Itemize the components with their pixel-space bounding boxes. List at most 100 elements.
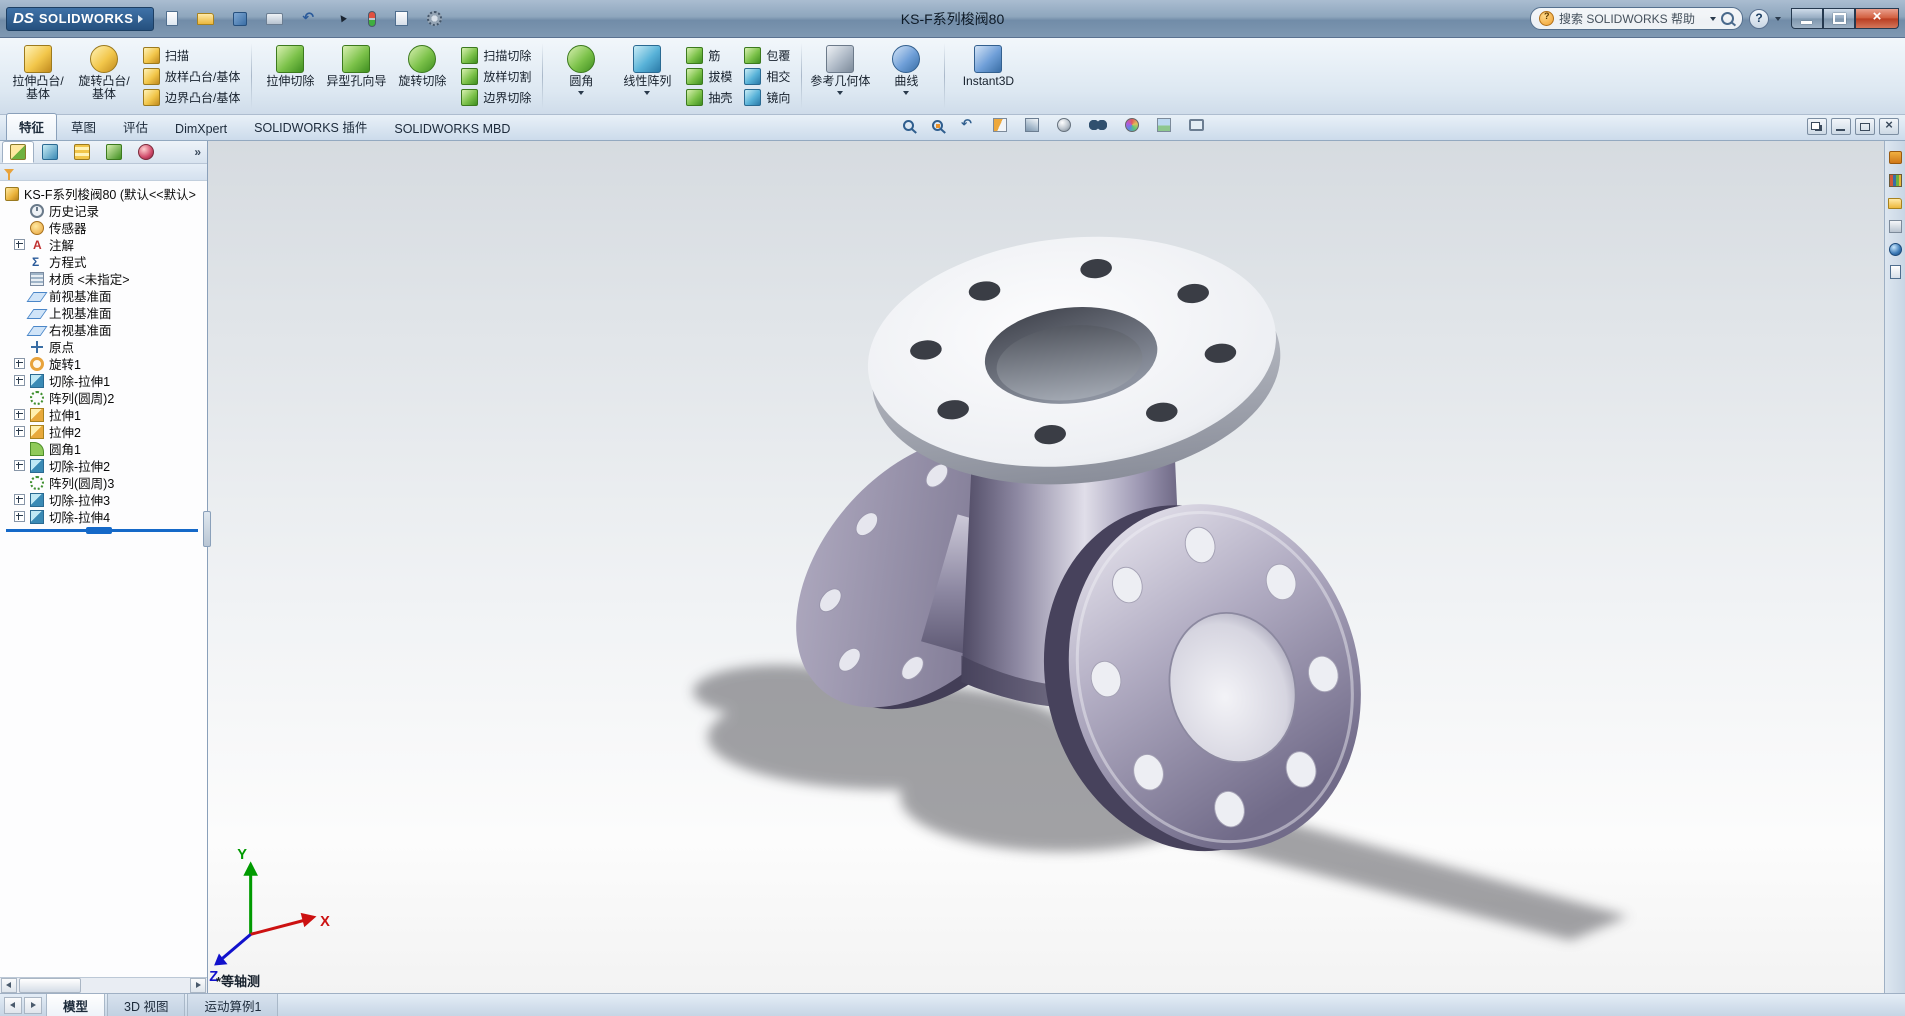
swept-boss-button[interactable]: 扫描 [138, 46, 245, 65]
expand-icon[interactable] [14, 494, 25, 505]
help-caret-icon[interactable] [1775, 17, 1781, 21]
intersect-button[interactable]: 相交 [739, 67, 795, 86]
tree-item[interactable]: 拉伸2 [4, 423, 207, 440]
lofted-boss-button[interactable]: 放样凸台/基体 [138, 67, 245, 86]
cascade-windows-button[interactable] [1807, 118, 1827, 135]
tree-item[interactable]: 切除-拉伸1 [4, 372, 207, 389]
tree-item[interactable]: 历史记录 [4, 202, 207, 219]
custom-properties-tab[interactable] [1887, 264, 1903, 280]
dropdown-caret-icon[interactable] [837, 91, 843, 95]
dropdown-caret-icon[interactable] [903, 91, 909, 95]
maximize-button[interactable] [1823, 8, 1855, 29]
scroll-tabs-left-button[interactable] [4, 997, 22, 1014]
reference-geometry-button[interactable]: 参考几何体 [808, 41, 872, 111]
rollback-bar[interactable] [6, 529, 198, 532]
boundary-cut-button[interactable]: 边界切除 [456, 88, 536, 107]
expand-icon[interactable] [14, 460, 25, 471]
instant3d-button[interactable]: Instant3D [951, 41, 1025, 111]
search-box[interactable]: 搜索 SOLIDWORKS 帮助 [1530, 7, 1743, 30]
tree-item[interactable]: 方程式 [4, 253, 207, 270]
curves-button[interactable]: 曲线 [874, 41, 938, 111]
tree-item[interactable]: 旋转1 [4, 355, 207, 372]
model-canvas[interactable]: Y X Z [208, 141, 1884, 993]
document-restore-button[interactable] [1855, 118, 1875, 135]
draft-button[interactable]: 拔模 [681, 67, 737, 86]
tree-item[interactable]: 切除-拉伸2 [4, 457, 207, 474]
previous-view-button[interactable] [958, 116, 986, 134]
view-palette-tab[interactable] [1887, 218, 1903, 234]
mirror-button[interactable]: 镜向 [739, 88, 795, 107]
design-library-tab[interactable] [1887, 172, 1903, 188]
fillet-button[interactable]: 圆角 [549, 41, 613, 111]
dropdown-caret-icon[interactable] [578, 91, 584, 95]
zoom-to-fit-button[interactable] [900, 118, 925, 133]
options-button[interactable] [425, 9, 452, 28]
tree-item[interactable]: 上视基准面 [4, 304, 207, 321]
scrollbar-thumb[interactable] [19, 978, 81, 993]
tree-item[interactable]: 原点 [4, 338, 207, 355]
configurationmanager-tab[interactable] [66, 141, 98, 163]
expand-icon[interactable] [14, 358, 25, 369]
displaymanager-tab[interactable] [130, 141, 162, 163]
expand-icon[interactable] [14, 426, 25, 437]
expand-icon[interactable] [14, 409, 25, 420]
expand-icon[interactable] [14, 511, 25, 522]
tree-item[interactable]: 右视基准面 [4, 321, 207, 338]
expand-icon[interactable] [14, 239, 25, 250]
tree-item[interactable]: 传感器 [4, 219, 207, 236]
tree-item[interactable]: 阵列(圆周)2 [4, 389, 207, 406]
command-tab[interactable]: SOLIDWORKS 插件 [241, 113, 380, 140]
edit-appearance-button[interactable] [1122, 116, 1150, 134]
save-button[interactable] [231, 10, 257, 28]
hole-wizard-button[interactable]: 异型孔向导 [324, 41, 388, 111]
linear-pattern-button[interactable]: 线性阵列 [615, 41, 679, 111]
document-close-button[interactable] [1879, 118, 1899, 135]
graphics-area[interactable]: Y X Z *等轴测 [208, 141, 1884, 993]
select-button[interactable] [334, 10, 359, 28]
document-tab[interactable]: 3D 视图 [107, 994, 185, 1016]
command-tab[interactable]: 特征 [6, 113, 57, 140]
undo-button[interactable] [300, 10, 327, 28]
view-settings-button[interactable] [1186, 117, 1215, 133]
swept-cut-button[interactable]: 扫描切除 [456, 46, 536, 65]
solidworks-logo[interactable]: DS SOLIDWORKS [6, 7, 154, 31]
tree-item[interactable]: 阵列(圆周)3 [4, 474, 207, 491]
file-explorer-tab[interactable] [1887, 195, 1903, 211]
extruded-boss-button[interactable]: 拉伸凸台/基体 [6, 41, 70, 111]
document-tab[interactable]: 运动算例1 [187, 994, 278, 1016]
zoom-to-area-button[interactable] [929, 118, 954, 133]
tree-item[interactable]: 材质 <未指定> [4, 270, 207, 287]
expand-icon[interactable] [14, 375, 25, 386]
menu-expand-arrow-icon[interactable] [138, 15, 143, 23]
scroll-left-button[interactable] [1, 978, 17, 993]
tree-item[interactable]: 圆角1 [4, 440, 207, 457]
dropdown-caret-icon[interactable] [644, 91, 650, 95]
tree-horizontal-scrollbar[interactable] [0, 977, 207, 993]
tree-item[interactable]: 注解 [4, 236, 207, 253]
scroll-right-button[interactable] [190, 978, 206, 993]
tree-root-item[interactable]: KS-F系列梭阀80 (默认<<默认> [4, 185, 207, 202]
tree-item[interactable]: 拉伸1 [4, 406, 207, 423]
extruded-cut-button[interactable]: 拉伸切除 [258, 41, 322, 111]
tree-item[interactable]: 切除-拉伸3 [4, 491, 207, 508]
solidworks-resources-tab[interactable] [1887, 149, 1903, 165]
section-view-button[interactable] [990, 116, 1018, 134]
command-tab[interactable]: 草图 [58, 113, 109, 140]
command-tab[interactable]: DimXpert [162, 118, 240, 140]
command-tab[interactable]: SOLIDWORKS MBD [381, 118, 523, 140]
open-document-button[interactable] [195, 11, 224, 27]
rebuild-button[interactable] [366, 9, 386, 29]
dimxpertmanager-tab[interactable] [98, 141, 130, 163]
shell-button[interactable]: 抽壳 [681, 88, 737, 107]
rib-button[interactable]: 筋 [681, 46, 737, 65]
scroll-tabs-right-button[interactable] [24, 997, 42, 1014]
search-icon[interactable] [1721, 12, 1734, 25]
search-input[interactable]: 搜索 SOLIDWORKS 帮助 [1559, 10, 1705, 27]
revolved-cut-button[interactable]: 旋转切除 [390, 41, 454, 111]
revolved-boss-button[interactable]: 旋转凸台/基体 [72, 41, 136, 111]
featuremanager-tab[interactable] [2, 141, 34, 163]
hide-show-items-button[interactable] [1086, 118, 1118, 132]
file-properties-button[interactable] [393, 9, 418, 28]
help-button[interactable]: ? [1749, 9, 1769, 29]
panel-splitter-handle[interactable] [203, 511, 211, 547]
